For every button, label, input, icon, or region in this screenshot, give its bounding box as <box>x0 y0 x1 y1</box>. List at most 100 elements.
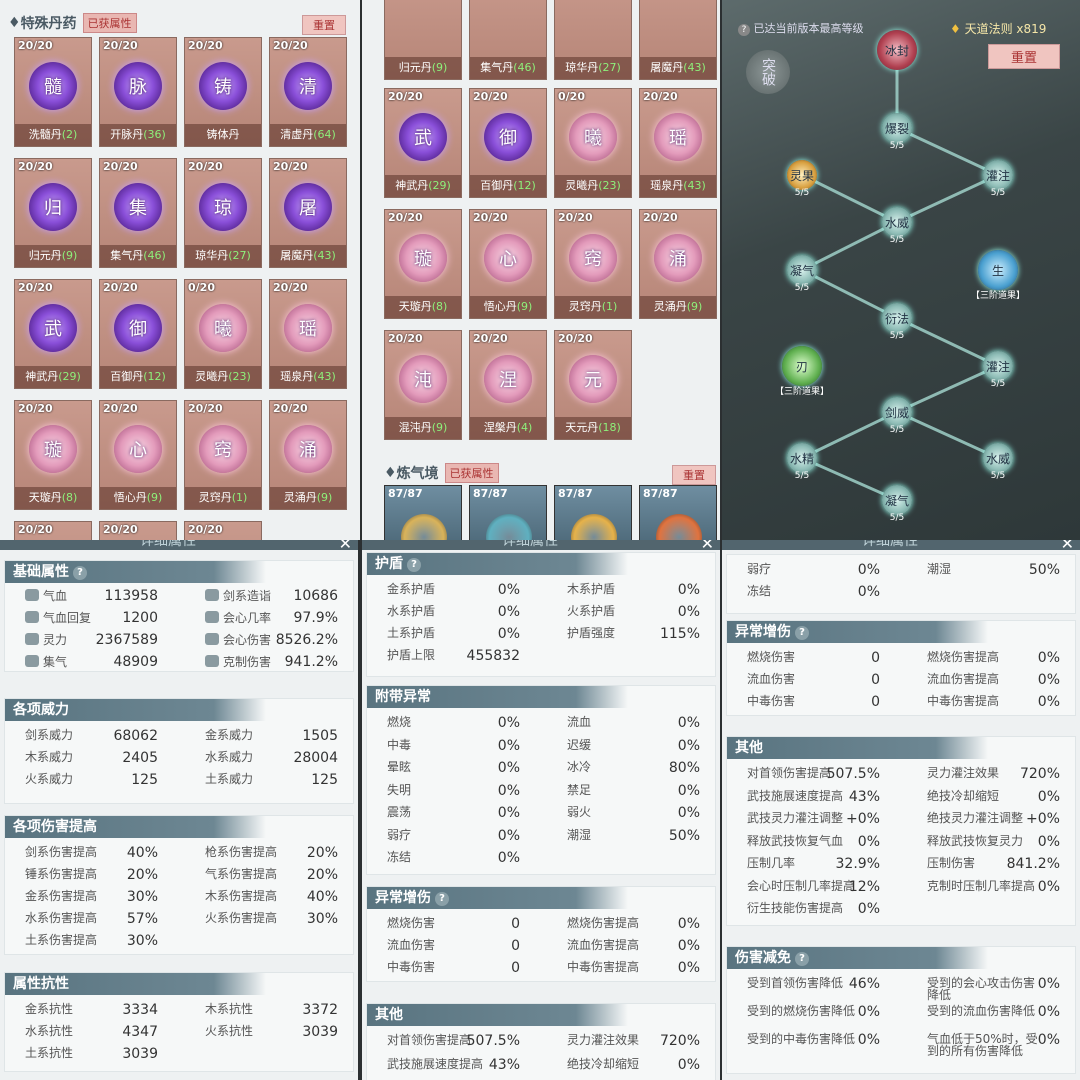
pill-card[interactable]: 20/20 铸 铸体丹 <box>184 37 262 147</box>
stat-label: 武技施展速度提高 <box>387 1057 484 1071</box>
pill-card[interactable]: 20/20 璇 天璇丹(8) <box>384 209 462 319</box>
skill-node[interactable]: 灵果 <box>787 160 817 190</box>
skill-node[interactable]: 衍法 <box>882 303 912 333</box>
skill-node[interactable]: 水威 <box>983 443 1013 473</box>
stat-value: 0% <box>677 960 700 976</box>
pill-card[interactable]: 20/20 涌 灵涌丹(9) <box>269 400 347 510</box>
pill-name: 洗髓丹(2) <box>15 124 91 146</box>
pill-card[interactable]: 20/20 <box>14 521 92 540</box>
skill-node[interactable]: 刃 <box>782 346 822 386</box>
skill-node[interactable]: 生 <box>978 250 1018 290</box>
skill-node-level: 5/5 <box>889 235 905 245</box>
pill-card[interactable]: 20/20 御 百御丹(12) <box>469 88 547 198</box>
pill-card[interactable]: 20/20 武 神武丹(29) <box>384 88 462 198</box>
close-icon[interactable]: ✕ <box>1061 540 1074 553</box>
skill-tree-links <box>798 50 1002 502</box>
skill-node[interactable]: 凝气 <box>787 255 817 285</box>
skill-node-level: 5/5 <box>990 379 1006 389</box>
pill-card[interactable]: 20/20 琼 琼华丹(27) <box>184 158 262 268</box>
orb-icon <box>571 514 617 540</box>
realm-card[interactable]: 87/87 <box>639 485 717 540</box>
section-title: 炼气境 <box>396 466 439 482</box>
stat-label: 气系伤害提高 <box>205 867 278 881</box>
pill-name: 涅槃丹(4) <box>470 417 546 439</box>
stat-value: 0% <box>497 827 520 844</box>
stat-icon <box>205 633 219 645</box>
pill-name: 灵窍丹(1) <box>185 487 261 509</box>
stat-label: 压制几率 <box>747 856 796 870</box>
pill-card[interactable]: 20/20 窍 灵窍丹(1) <box>184 400 262 510</box>
help-icon[interactable]: ? <box>795 952 809 966</box>
skill-node[interactable]: 剑威 <box>882 397 912 427</box>
stat-label: 土系伤害提高 <box>25 933 98 947</box>
orb-icon <box>486 514 532 540</box>
pill-orb-icon: 铸 <box>199 62 247 110</box>
stat-label: 护盾强度 <box>567 626 616 640</box>
skill-node[interactable]: 灌注 <box>983 351 1013 381</box>
pill-card[interactable]: 归元丹(9) <box>384 0 462 80</box>
shield-block: 护盾? 金系护盾 0% 水系护盾 0% 土系护盾 0% 护盾上限 455832 木系护盾 0% 火系护… <box>366 552 716 677</box>
pill-card[interactable]: 20/20 <box>99 521 177 540</box>
pill-name: 神武丹(29) <box>15 366 91 388</box>
pill-card[interactable]: 20/20 瑶 瑶泉丹(43) <box>639 88 717 198</box>
realm-card[interactable]: 87/87 <box>384 485 462 540</box>
skill-node[interactable]: 灌注 <box>983 160 1013 190</box>
pill-card[interactable]: 20/20 髓 洗髓丹(2) <box>14 37 92 147</box>
skill-node[interactable]: 爆裂 <box>882 113 912 143</box>
pill-card[interactable]: 20/20 沌 混沌丹(9) <box>384 330 462 440</box>
skill-node[interactable]: 水威 <box>882 207 912 237</box>
help-icon[interactable]: ? <box>795 626 809 640</box>
pill-count: 20/20 <box>388 332 423 345</box>
pill-count: 20/20 <box>103 160 138 173</box>
obtained-attr-tag[interactable]: 已获属性 <box>444 463 499 483</box>
realm-card[interactable]: 87/87 <box>554 485 632 540</box>
pill-count: 20/20 <box>388 211 423 224</box>
pill-card[interactable]: 20/20 璇 天璇丹(8) <box>14 400 92 510</box>
pill-card[interactable]: 集气丹(46) <box>469 0 547 80</box>
pill-count: 20/20 <box>18 402 53 415</box>
help-icon[interactable]: ? <box>435 892 449 906</box>
help-icon[interactable]: ? <box>407 558 421 572</box>
pill-card[interactable]: 琼华丹(27) <box>554 0 632 80</box>
pill-card[interactable]: 屠魔丹(43) <box>639 0 717 80</box>
pill-card[interactable]: 20/20 屠 屠魔丹(43) <box>269 158 347 268</box>
pill-card[interactable]: 20/20 脉 开脉丹(36) <box>99 37 177 147</box>
skill-node[interactable]: 冰封 <box>877 30 917 70</box>
stat-label: 流血伤害 <box>387 938 436 952</box>
abnormal-block: 附带异常 燃烧 0% 中毒 0% 晕眩 0% 失明 0% 震荡 0% 弱疗 0% 冻结 0% 流血 0% 迟缓 0%… <box>366 685 716 875</box>
pill-card[interactable]: 20/20 <box>184 521 262 540</box>
stat-label: 冻结 <box>387 850 412 864</box>
pill-card[interactable]: 20/20 集 集气丹(46) <box>99 158 177 268</box>
skill-node[interactable]: 水精 <box>787 443 817 473</box>
stat-label: 压制伤害 <box>927 856 976 870</box>
damage-reduction-block: 伤害减免? 受到首领伤害降低 46% 受到的燃烧伤害降低 0% 受到的中毒伤害降低 0% 受到… <box>726 946 1076 1074</box>
pill-name: 灵窍丹(1) <box>555 296 631 318</box>
pill-card[interactable]: 20/20 心 悟心丹(9) <box>99 400 177 510</box>
stat-value: +0% <box>846 811 880 827</box>
pill-card[interactable]: 20/20 涅 涅槃丹(4) <box>469 330 547 440</box>
pill-card[interactable]: 20/20 御 百御丹(12) <box>99 279 177 389</box>
pill-card[interactable]: 20/20 瑶 瑶泉丹(43) <box>269 279 347 389</box>
obtained-attr-tag[interactable]: 已获属性 <box>82 13 137 33</box>
realm-card[interactable]: 87/87 <box>469 485 547 540</box>
skill-node[interactable]: 凝气 <box>882 485 912 515</box>
pill-card[interactable]: 20/20 元 天元丹(18) <box>554 330 632 440</box>
pill-orb-icon: 涌 <box>284 425 332 473</box>
pill-card[interactable]: 20/20 清 清虚丹(64) <box>269 37 347 147</box>
pill-card[interactable]: 20/20 窍 灵窍丹(1) <box>554 209 632 319</box>
pill-card[interactable]: 0/20 曦 灵曦丹(23) <box>554 88 632 198</box>
pill-card[interactable]: 0/20 曦 灵曦丹(23) <box>184 279 262 389</box>
pill-card[interactable]: 20/20 心 悟心丹(9) <box>469 209 547 319</box>
pill-card[interactable]: 20/20 涌 灵涌丹(9) <box>639 209 717 319</box>
reset-button[interactable]: 重置 <box>672 465 716 485</box>
stat-label: 弱疗 <box>387 827 412 842</box>
pill-card[interactable]: 20/20 归 归元丹(9) <box>14 158 92 268</box>
stat-label: 冻结 <box>747 584 772 598</box>
stat-value: 0% <box>497 737 520 754</box>
reset-button[interactable]: 重置 <box>302 15 346 35</box>
close-icon[interactable]: ✕ <box>339 540 352 553</box>
stat-icon <box>25 589 39 601</box>
resistance-block: 属性抗性 金系抗性 3334 水系抗性 4347 土系抗性 3039 木系抗性 3372 火系抗性… <box>4 972 354 1072</box>
pill-card[interactable]: 20/20 武 神武丹(29) <box>14 279 92 389</box>
help-icon[interactable]: ? <box>73 566 87 580</box>
